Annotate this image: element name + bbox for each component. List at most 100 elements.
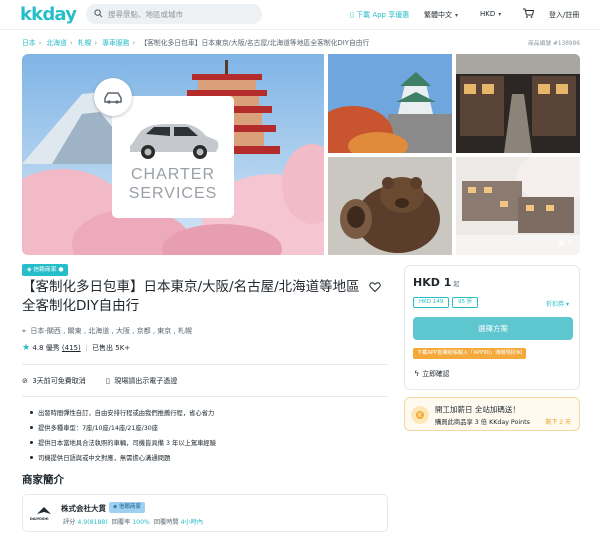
castle-photo: [328, 54, 452, 153]
gallery-image-bear[interactable]: [328, 157, 452, 255]
gallery-image-street[interactable]: [456, 54, 580, 153]
search-icon: [94, 9, 103, 18]
reply-time-value: 4小時內: [180, 519, 204, 526]
login-link[interactable]: 登入/註冊: [549, 10, 579, 20]
app-download-link[interactable]: ▯ 下載 App 享優惠: [350, 10, 409, 20]
coupon-link[interactable]: 折扣券 ▾: [546, 299, 569, 308]
app-promo-strip[interactable]: 下載APP首購結帳輸入「APP90」滿額現折90: [413, 348, 527, 359]
highlight-item: 司機提供日語與或中文對應，無需擔心溝通問題: [30, 453, 216, 468]
rating-label: 優秀: [45, 344, 60, 352]
gallery-image-snow-town[interactable]: ▣ 6: [456, 157, 580, 255]
highlight-item: 出發時間彈性自訂，自由安排行程或由我們推薦行程，省心省力: [30, 408, 216, 423]
language-label: 繁體中文: [424, 11, 452, 19]
product-title: 【客制化多日包車】日本東京/大阪/名古屋/北海道等地區全客制化DIY自由行: [22, 279, 360, 314]
services-label: SERVICES: [128, 185, 218, 202]
highlight-item: 提供日本當地具合法執照的車輛，司機皆具備 3 年以上駕車經驗: [30, 438, 216, 453]
breadcrumb-separator: ›: [132, 39, 136, 47]
price-suffix: 起: [453, 281, 460, 288]
breadcrumb-item[interactable]: 日本: [22, 39, 36, 47]
highlight-item: 提供多種車型：7座/10座/14座/21座/30座: [30, 423, 216, 438]
merchant-name[interactable]: 株式会社大貫: [61, 503, 106, 514]
car-icon: [104, 92, 122, 104]
rating-value: 4.8: [32, 344, 44, 352]
breadcrumb-separator: ›: [38, 39, 42, 47]
promo-detail: 購買此商品享 3 倍 KKday Points: [435, 419, 530, 426]
gallery-main-image[interactable]: CHARTER SERVICES: [22, 54, 324, 255]
lightning-icon: ϟ: [414, 369, 420, 378]
reply-rate-value: 100%: [132, 519, 150, 526]
instant-confirm-label: 立即確認: [422, 370, 450, 378]
divider: [22, 396, 388, 397]
coupon-label: 折扣券: [546, 301, 565, 308]
kkday-logo[interactable]: kkday: [20, 4, 77, 25]
photo-count[interactable]: ▣ 6: [559, 239, 572, 247]
cancel-clock-icon: ⊘: [22, 377, 28, 385]
feature-label: 3天前可免費取消: [32, 377, 86, 385]
breadcrumb: 日本 › 北海道 › 札幌 › 專車服務 › 【客制化多日包車】日本東京/大阪/名古屋/…: [22, 37, 369, 47]
select-plan-button[interactable]: 選擇方案: [413, 317, 573, 340]
cart-icon[interactable]: [522, 7, 534, 19]
merchant-stats: 評分 4.9(8188) 回覆率 100% 回覆時間 4小時內: [63, 517, 203, 526]
reply-time-label: 回覆時間: [153, 519, 179, 526]
image-icon: ▣: [558, 239, 566, 247]
search-input[interactable]: 搜尋景點、地區或城市: [86, 4, 262, 24]
booking-card: HKD 1起 HKD 149 95 折 折扣券 ▾ 選擇方案 下載APP首購結帳…: [404, 265, 580, 390]
sedan-car-icon: [130, 124, 219, 159]
score-value: 4.9(8188): [77, 519, 108, 526]
heart-icon[interactable]: [369, 281, 381, 293]
info-icon: ●: [58, 267, 64, 273]
price-currency: HKD: [413, 276, 440, 289]
merchant-trusted-badge: ◈ 信賴商家: [109, 502, 145, 513]
street-photo: [456, 54, 580, 153]
language-select[interactable]: 繁體中文 ▾: [424, 10, 458, 20]
currency-label: HKD: [480, 10, 496, 18]
divider: [22, 364, 388, 365]
breadcrumb-current: 【客制化多日包車】日本東京/大阪/名古屋/北海道等地區全客制化DIY自由行: [140, 39, 370, 47]
app-download-label: 下載 App 享優惠: [356, 11, 410, 19]
breadcrumb-separator: ›: [94, 39, 98, 47]
e-voucher-feature: ▯ 現場請出示電子憑證: [106, 376, 177, 386]
promo-countdown: 剩下 2 天: [545, 419, 571, 426]
breadcrumb-separator: ›: [69, 39, 73, 47]
location-pin-icon: ⌖: [22, 327, 26, 335]
currency-select[interactable]: HKD ▾: [480, 10, 501, 18]
shield-icon: ◈: [113, 504, 118, 510]
rating-row: ★ 4.8 優秀 (415) | 已售出 5K+: [22, 343, 131, 353]
product-number: 商品編號 #138986: [527, 41, 580, 47]
gallery-image-castle[interactable]: [328, 54, 452, 153]
sold-count: 已售出 5K+: [92, 344, 131, 352]
score-label: 評分: [63, 519, 76, 526]
breadcrumb-item[interactable]: 札幌: [78, 39, 92, 47]
merchant-heading: 商家簡介: [22, 474, 64, 486]
top-header: kkday 搜尋景點、地區或城市 ▯ 下載 App 享優惠 繁體中文 ▾ HKD ▾…: [0, 0, 600, 30]
reply-rate-label: 回覆率: [111, 519, 131, 526]
badge-label: 信賴商家: [33, 267, 57, 273]
photo-count-value: 6: [567, 239, 572, 247]
merchant-logo-text: DAIYOSHI: [30, 517, 49, 521]
chevron-down-icon: ▾: [565, 301, 569, 308]
charter-label: CHARTER: [130, 166, 216, 183]
location-row: ⌖ 日本-關西 , 關東 , 北海道 , 大阪 , 京都 , 東京 , 札幌: [22, 326, 192, 336]
bear-photo: [328, 157, 452, 255]
search-placeholder: 搜尋景點、地區或城市: [108, 10, 183, 19]
phone-icon: ▯: [106, 377, 110, 385]
phone-icon: ▯: [350, 11, 354, 19]
breadcrumb-item[interactable]: 專車服務: [102, 39, 129, 47]
coin-icon: K: [416, 411, 424, 419]
trusted-merchant-badge: ◈ 信賴商家 ●: [22, 264, 69, 276]
original-price-chip: HKD 149: [413, 297, 450, 308]
instant-confirm: ϟ 立即確認: [414, 368, 449, 378]
price: HKD 1起: [413, 276, 459, 289]
free-cancel-feature: ⊘ 3天前可免費取消: [22, 376, 86, 386]
promo-title: 開工加薪日 全站加碼送！: [435, 405, 520, 414]
chevron-down-icon: ▾: [498, 11, 502, 18]
promo-card[interactable]: K 開工加薪日 全站加碼送！ 購買此商品享 3 倍 KKday Points 剩…: [404, 397, 580, 431]
merchant-card[interactable]: DAIYOSHI 株式会社大貫 ◈ 信賴商家 評分 4.9(8188) 回覆率 …: [22, 494, 388, 532]
breadcrumb-item[interactable]: 北海道: [46, 39, 66, 47]
badge-label: 信賴商家: [118, 504, 141, 510]
feature-label: 現場請出示電子憑證: [114, 377, 178, 385]
review-count-link[interactable]: (415): [62, 344, 81, 352]
merchant-logo: DAIYOSHI: [30, 505, 57, 523]
discount-chip: 95 折: [452, 297, 479, 308]
car-badge: [94, 78, 132, 116]
